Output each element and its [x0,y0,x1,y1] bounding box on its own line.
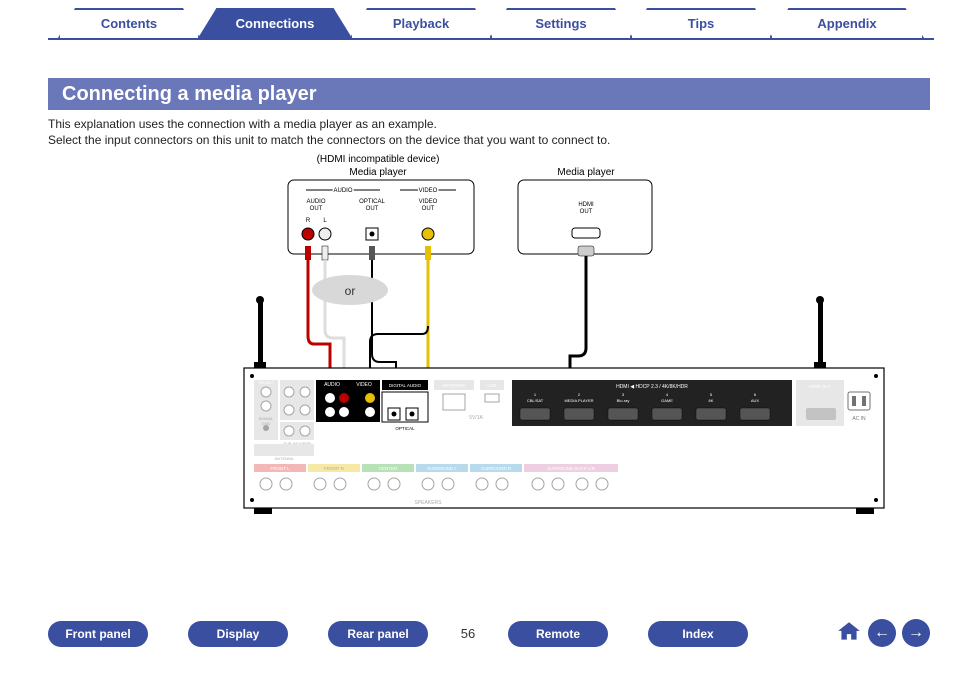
top-tabstrip: Contents Connections Playback Settings T… [48,8,934,40]
svg-text:HDMI OUT: HDMI OUT [809,384,831,389]
hdmi-port-3-label: Blu-ray [617,398,630,403]
svg-text:SURROUND BACK L/R: SURROUND BACK L/R [547,466,596,471]
bottom-bar: Front panel Display Rear panel 56 Remote… [48,621,930,651]
home-icon[interactable] [836,619,862,650]
svg-text:FRONT R: FRONT R [324,466,345,471]
btn-rear-panel[interactable]: Rear panel [328,621,428,647]
btn-remote[interactable]: Remote [508,621,608,647]
svg-text:5V/1A: 5V/1A [469,415,483,421]
or-label: or [345,284,356,298]
speakers-group-label: SPEAKERS [415,500,443,506]
svg-text:SURROUND R: SURROUND R [481,466,512,471]
svg-text:USB: USB [487,383,496,388]
composite-plug-top [425,246,431,260]
intro-line-2: Select the input connectors on this unit… [48,132,918,148]
audio-r-label: R [306,218,311,224]
tab-settings[interactable]: Settings [490,8,632,38]
btn-display[interactable]: Display [188,621,288,647]
device-right-title: Media player [557,167,615,178]
cable-rca-red [308,260,330,380]
hdmi-port-4-label: GAME [661,398,673,403]
hdmi-port-2-label: MEDIA PLAYER [564,398,593,403]
hdmi-out-label: HDMIOUT [578,202,594,215]
tab-connections[interactable]: Connections [198,8,352,38]
optical-plug-top [369,246,375,260]
hdmi-port-6-label: AUX [751,398,760,403]
cable-hdmi [570,256,586,386]
next-page-icon[interactable]: → [902,619,930,647]
tab-playback[interactable]: Playback [350,8,492,38]
antenna-left [254,296,266,368]
btn-index[interactable]: Index [648,621,748,647]
intro-text: This explanation uses the connection wit… [48,116,918,148]
svg-text:FRONT L: FRONT L [270,466,290,471]
rear-digital-audio-label: DIGITAL AUDIO [389,383,422,388]
hdmi-incompatible-label: (HDMI incompatible device) [317,154,440,165]
svg-text:NETWORK: NETWORK [443,383,466,388]
svg-text:CENTER: CENTER [379,466,398,471]
page-number: 56 [448,621,488,647]
rca-white-plug-top [322,246,328,260]
device-left-title: Media player [349,167,407,178]
svg-text:SURROUND L: SURROUND L [427,466,457,471]
hdmi-port-1-label: CBL/SAT [527,398,544,403]
rear-video-label: VIDEO [356,382,372,388]
antenna-right [814,296,826,368]
btn-front-panel[interactable]: Front panel [48,621,148,647]
rear-audio-label: AUDIO [324,382,340,388]
intro-line-1: This explanation uses the connection wit… [48,116,918,132]
svg-text:AC IN: AC IN [852,416,866,422]
tab-tips[interactable]: Tips [630,8,772,38]
tab-appendix[interactable]: Appendix [770,8,924,38]
prev-page-icon[interactable]: ← [868,619,896,647]
rear-optical-label: OPTICAL [395,426,415,431]
connection-diagram: (HDMI incompatible device) Media player … [48,148,930,558]
hdmi-plug-top [578,246,594,256]
svg-text:ANTENNA: ANTENNA [274,456,293,461]
rear-hdmi-header: HDMI ◀ HDCP 2.3 / 4K/8K/HDR [616,384,688,390]
rca-red-plug-top [305,246,311,260]
grp-audio-label: AUDIO [333,188,352,194]
svg-text:PHONO: PHONO [259,380,274,385]
tab-contents[interactable]: Contents [58,8,200,38]
hdmi-port-5-label: 8K [709,398,714,403]
section-title: Connecting a media player [48,78,930,110]
grp-video-label: VIDEO [419,188,438,194]
